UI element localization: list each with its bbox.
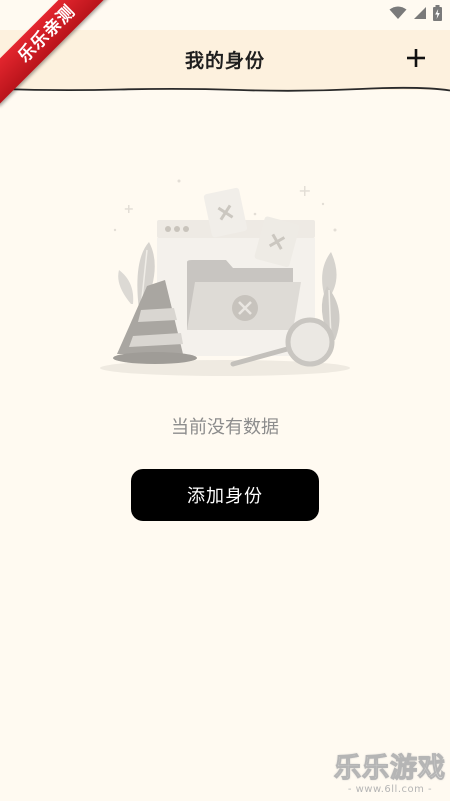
empty-folder-illustration xyxy=(100,179,350,376)
empty-state-message: 当前没有数据 xyxy=(171,417,279,438)
battery-charging-icon xyxy=(433,5,442,21)
watermark-logo: 乐乐游戏 - www.6ll.com - xyxy=(334,753,446,795)
plus-icon[interactable] xyxy=(406,48,426,68)
watermark-url: - www.6ll.com - xyxy=(347,784,433,795)
app-header: 我的身份 xyxy=(0,30,450,90)
watermark-title: 乐乐游戏 xyxy=(334,753,446,784)
wifi-icon xyxy=(389,6,407,19)
page-title: 我的身份 xyxy=(184,50,265,72)
add-identity-button[interactable]: 添加身份 xyxy=(131,469,319,521)
identity-screen: 我的身份 乐乐亲测 当前没有数据 添加身份 乐乐游戏 - www.6ll.com… xyxy=(0,0,450,801)
header-divider xyxy=(0,86,450,92)
signal-icon xyxy=(414,7,426,19)
